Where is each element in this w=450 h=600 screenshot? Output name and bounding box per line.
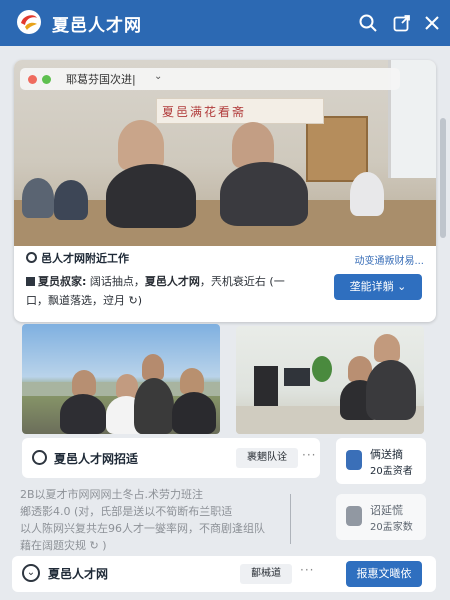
more-icon[interactable]: ··· — [302, 448, 316, 462]
green-dot-icon — [42, 75, 51, 84]
person-body — [22, 178, 54, 218]
detail-button[interactable]: 垄能详躺 ⌄ — [334, 274, 422, 300]
bottom-row[interactable]: ⌄ 夏邑人才网 鄐械道 ··· 报惠文曦依 — [12, 556, 436, 592]
card-title: 邑人才网附近工作 — [26, 250, 129, 266]
recruitment-row[interactable]: 夏邑人才网招适 裹魍队诠 ··· — [22, 438, 320, 478]
bottom-title: 夏邑人才网 — [48, 567, 109, 581]
person-body — [350, 172, 384, 216]
square-bullet-icon — [26, 277, 35, 286]
side-card-count: 20盂家数 — [370, 522, 413, 533]
person-body — [220, 162, 308, 226]
wall-banner-text: 夏邑满花看斋 — [162, 105, 247, 119]
bookshelf-shape — [306, 116, 368, 182]
document-icon — [346, 450, 362, 470]
description-text: 2B以夏才市网网网土冬占.术劳力班注 鄉透影4.0 (对，氏部是送以不筍断布兰职… — [20, 488, 265, 552]
office-photo: 夏邑满花看斋 耶葛芬国次进| ⌄ — [14, 60, 436, 246]
office-computer-photo — [236, 326, 424, 434]
scrollbar[interactable] — [440, 118, 446, 238]
side-card-label: 俩送摘 — [370, 448, 403, 461]
side-card-1[interactable]: 俩送摘 20盂资者 — [336, 438, 426, 484]
clock-icon — [32, 450, 47, 465]
card-link[interactable]: 动变通叛财易... — [354, 252, 424, 267]
person-head — [118, 120, 164, 170]
main-content: 夏邑满花看斋 耶葛芬国次进| ⌄ 邑人才网附近工作 动变通叛财易... 夏员叔家… — [0, 46, 450, 600]
card-description: 夏员叔家: 阔话抽点，夏邑人才网，兲机衰近右 (一口，飘道落选，䢘月 ↻) — [26, 275, 285, 307]
recruitment-title: 夏邑人才网招适 — [54, 452, 139, 466]
outdoor-team-photo — [22, 324, 220, 434]
title-bar: 夏邑人才网 — [0, 0, 450, 46]
search-icon[interactable] — [358, 13, 378, 33]
divider — [290, 494, 291, 544]
more-icon[interactable]: ··· — [300, 563, 314, 577]
person-head — [232, 122, 274, 168]
chevron-down-icon[interactable]: ⌄ — [22, 564, 40, 582]
document-icon — [346, 506, 362, 526]
share-icon[interactable] — [392, 13, 412, 33]
chevron-down-icon[interactable]: ⌄ — [154, 71, 162, 82]
person-body — [106, 164, 196, 228]
app-logo-icon — [17, 10, 41, 34]
browser-bar-text: 耶葛芬国次进| — [66, 73, 136, 86]
close-icon[interactable] — [422, 13, 442, 33]
submit-button[interactable]: 报惠文曦依 — [346, 561, 422, 587]
side-card-2[interactable]: 诏延慌 20盂家数 — [336, 494, 426, 540]
recruitment-tag[interactable]: 裹魍队诠 — [236, 448, 298, 468]
app-title: 夏邑人才网 — [52, 16, 142, 36]
featured-job-card[interactable]: 夏邑满花看斋 耶葛芬国次进| ⌄ 邑人才网附近工作 动变通叛财易... 夏员叔家… — [14, 60, 436, 322]
person-body — [54, 180, 88, 220]
browser-bar[interactable]: 耶葛芬国次进| ⌄ — [20, 68, 400, 90]
location-icon — [26, 252, 37, 263]
red-dot-icon — [28, 75, 37, 84]
bottom-tag[interactable]: 鄐械道 — [240, 564, 292, 584]
side-card-count: 20盂资者 — [370, 466, 413, 477]
side-card-label: 诏延慌 — [370, 504, 403, 517]
